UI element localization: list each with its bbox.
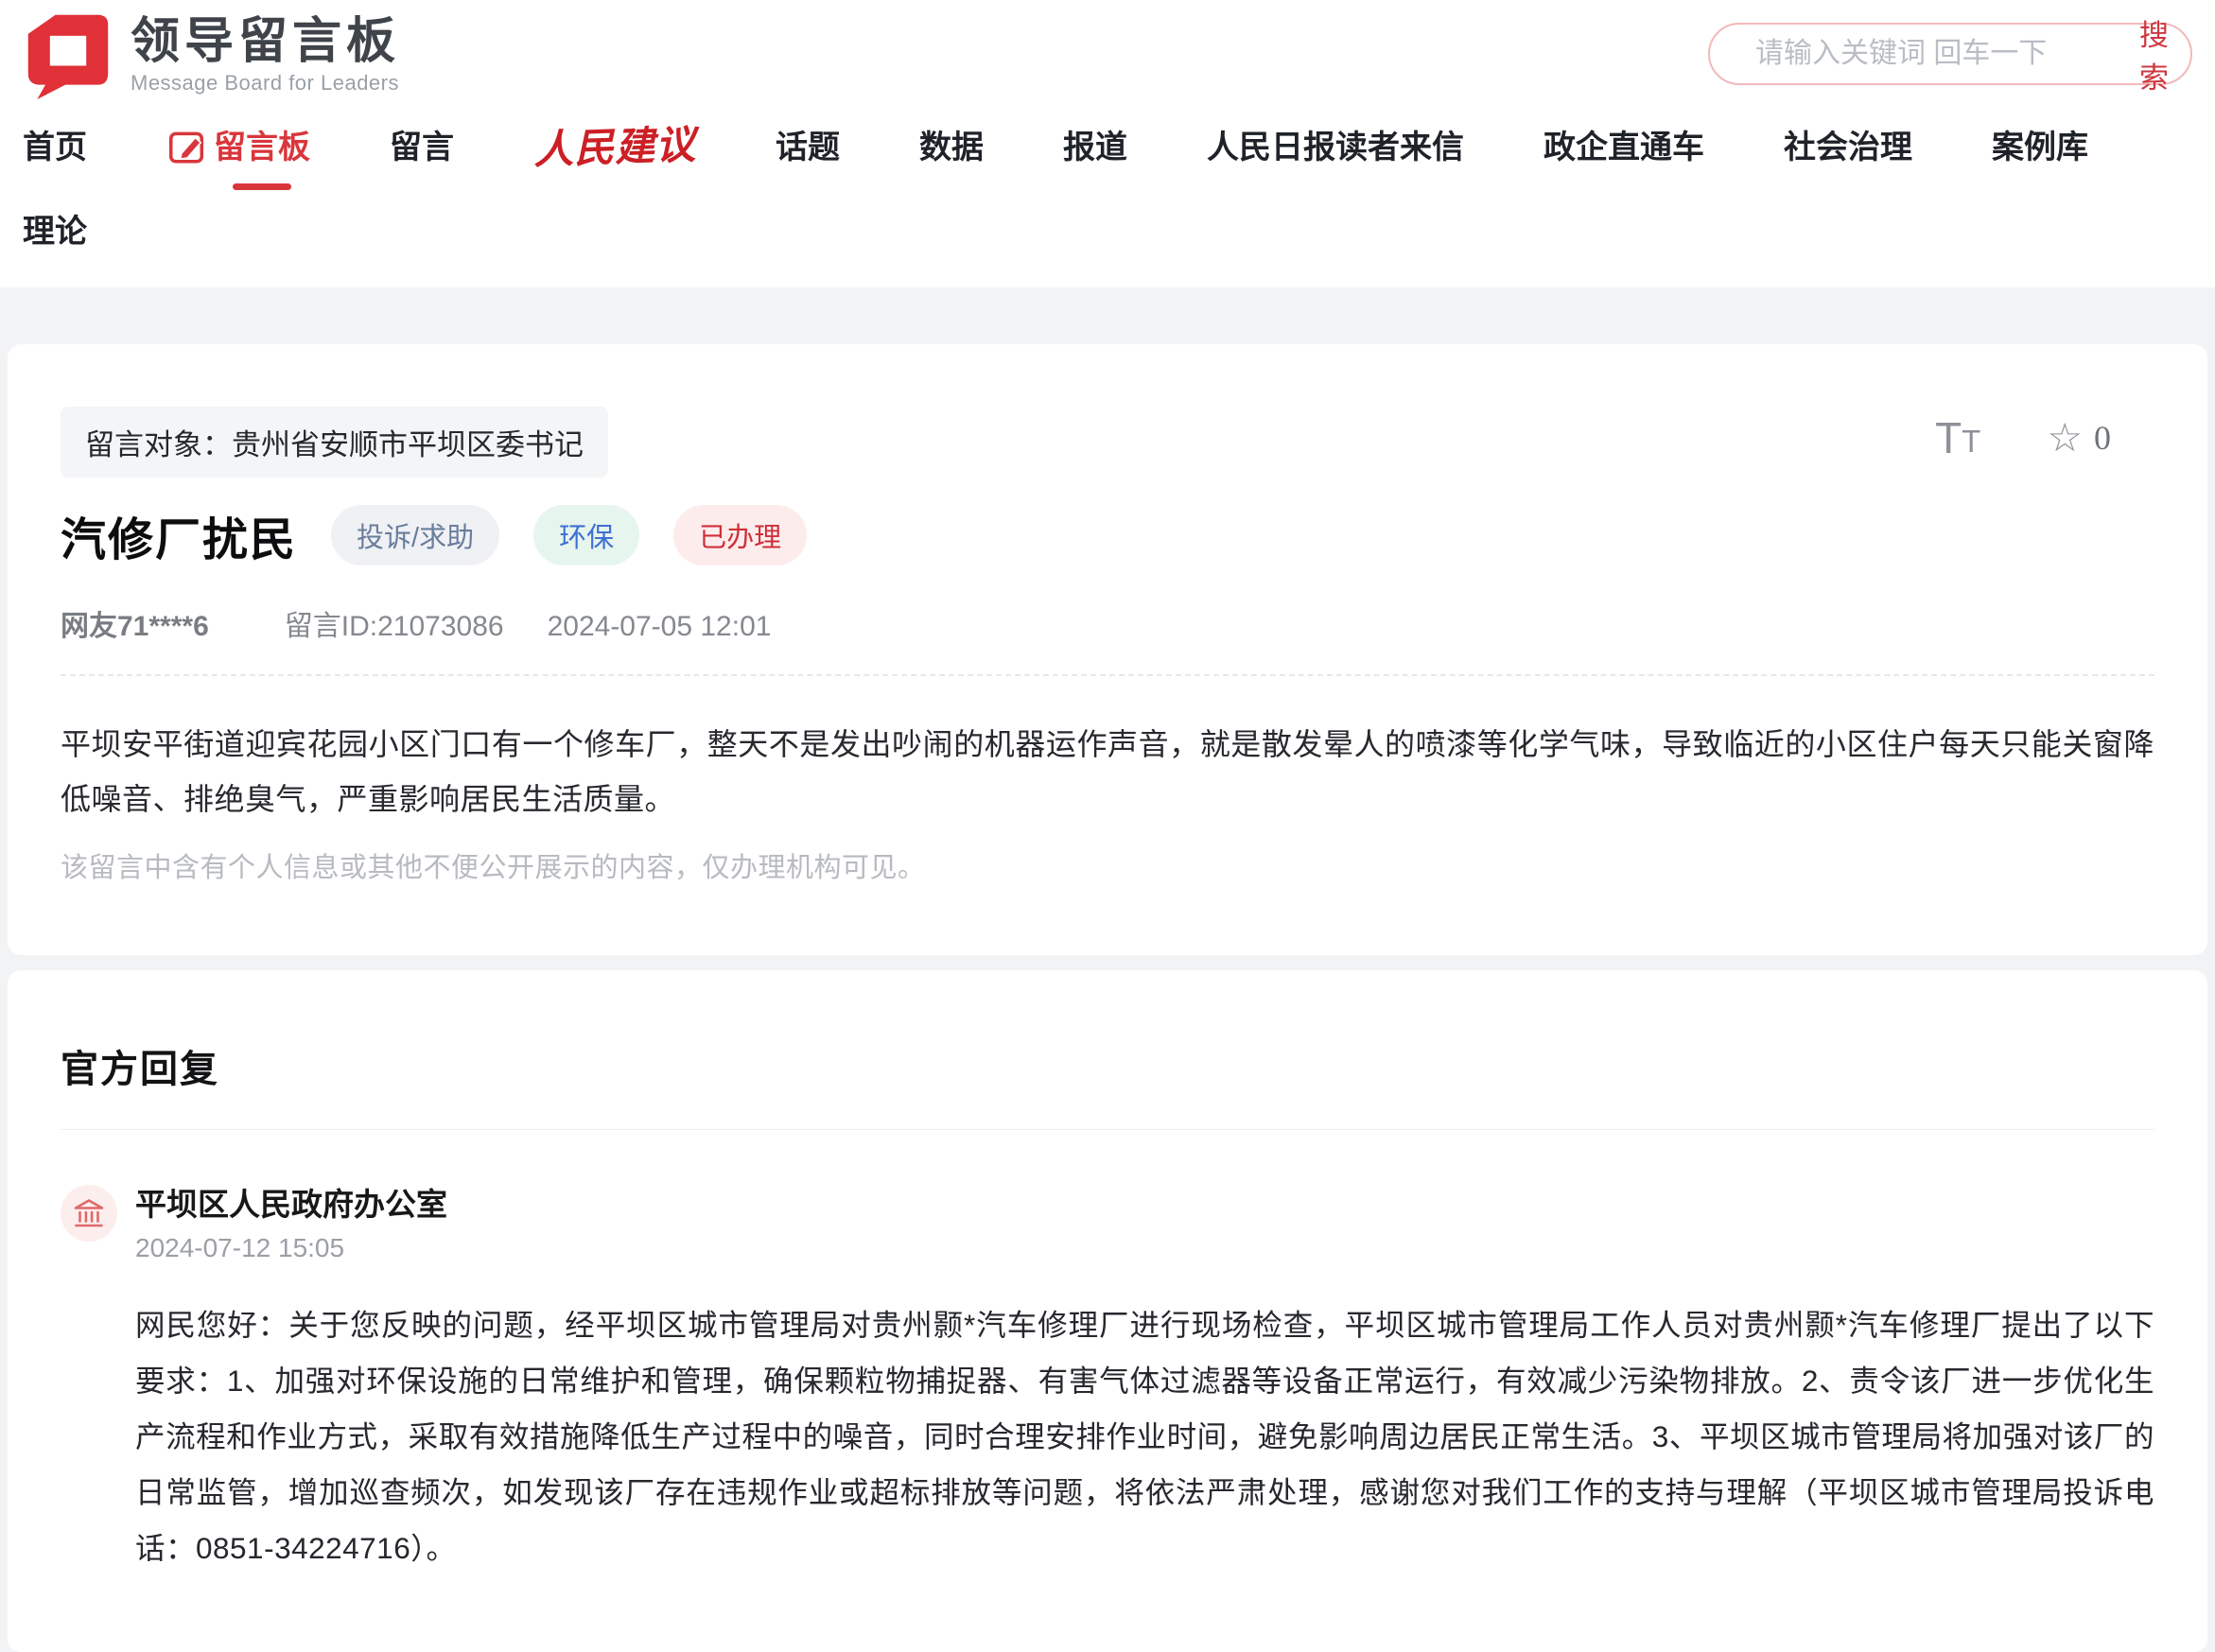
message-datetime: 2024-07-05 12:01 <box>548 611 772 643</box>
search-box[interactable]: 搜索 <box>1708 23 2192 85</box>
reply-agency-name: 平坝区人民政府办公室 <box>135 1187 447 1223</box>
nav-item-data[interactable]: 数据 <box>919 121 984 171</box>
favorite-count: 0 <box>2094 418 2111 458</box>
dashed-divider <box>61 674 2154 676</box>
reply-datetime: 2024-07-12 15:05 <box>135 1233 447 1263</box>
nav-item-gov-enterprise[interactable]: 政企直通车 <box>1544 121 1704 171</box>
site-logo[interactable]: 领导留言板 Message Board for Leaders <box>23 9 400 100</box>
message-body: 平坝安平街道迎宾花园小区门口有一个修车厂，整天不是发出吵闹的机器运作声音，就是散… <box>61 718 2154 826</box>
privacy-note: 该留言中含有个人信息或其他不便公开展示的内容，仅办理机构可见。 <box>61 845 2154 885</box>
message-card: 留言对象：贵州省安顺市平坝区委书记 TT ☆ 0 汽修厂扰民 投诉/求助 环保 … <box>8 344 2207 955</box>
nav-item-topics[interactable]: 话题 <box>776 121 840 171</box>
compose-icon <box>166 127 206 166</box>
nav-item-reader-letters[interactable]: 人民日报读者来信 <box>1207 121 1464 171</box>
page-main: 留言对象：贵州省安顺市平坝区委书记 TT ☆ 0 汽修厂扰民 投诉/求助 环保 … <box>0 287 2215 1652</box>
nav-item-reports[interactable]: 报道 <box>1063 121 1127 171</box>
favorite-button[interactable]: ☆ 0 <box>2047 418 2111 458</box>
star-icon: ☆ <box>2047 418 2083 458</box>
main-nav: 首页 留言板 留言 人民建议 话题 数据 报道 人民日报读者来信 政企直通车 社… <box>23 100 2192 287</box>
tag-category: 投诉/求助 <box>331 505 499 565</box>
logo-subtitle: Message Board for Leaders <box>131 72 400 95</box>
government-avatar <box>61 1185 117 1242</box>
nav-item-messages[interactable]: 留言 <box>390 121 454 171</box>
government-building-icon <box>72 1196 106 1230</box>
message-id: 留言ID:21073086 <box>285 602 504 644</box>
reply-section-title: 官方回复 <box>61 1038 2154 1093</box>
message-target-tag: 留言对象：贵州省安顺市平坝区委书记 <box>61 407 608 478</box>
logo-speech-bubble-icon <box>23 9 113 100</box>
nav-item-renmin-jianyi[interactable]: 人民建议 <box>533 115 696 177</box>
nav-item-case-library[interactable]: 案例库 <box>1992 121 2088 171</box>
official-reply-card: 官方回复 平坝区人民政府办公室 2024-07-12 15:05 网民您好：关于… <box>8 970 2207 1651</box>
nav-item-message-board[interactable]: 留言板 <box>166 121 310 171</box>
font-size-toggle[interactable]: TT <box>1935 416 1980 460</box>
message-title: 汽修厂扰民 <box>61 502 297 568</box>
reply-divider <box>61 1129 2154 1130</box>
search-input[interactable] <box>1753 37 2122 71</box>
nav-item-social-governance[interactable]: 社会治理 <box>1784 121 1912 171</box>
nav-item-theory[interactable]: 理论 <box>23 205 87 255</box>
site-header: 领导留言板 Message Board for Leaders 搜索 首页 留言… <box>0 0 2215 287</box>
logo-title: 领导留言板 <box>131 15 400 68</box>
nav-item-home[interactable]: 首页 <box>23 121 87 171</box>
tag-domain: 环保 <box>533 505 639 565</box>
reply-body: 网民您好：关于您反映的问题，经平坝区城市管理局对贵州颢*汽车修理厂进行现场检查，… <box>135 1297 2154 1575</box>
search-button[interactable]: 搜索 <box>2139 11 2169 96</box>
message-author: 网友71****6 <box>61 602 209 644</box>
tag-status: 已办理 <box>673 505 807 565</box>
